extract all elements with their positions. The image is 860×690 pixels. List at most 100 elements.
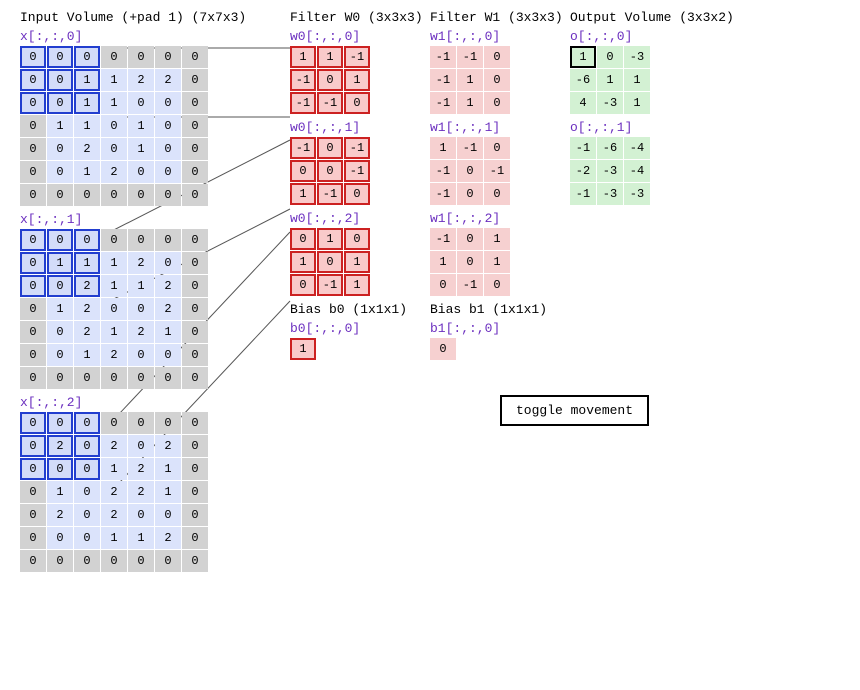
grid-cell: 0 (317, 137, 343, 159)
grid-cell: 0 (101, 115, 127, 137)
bias1-title: Bias b1 (1x1x1) (430, 302, 560, 317)
grid-cell: 0 (128, 550, 154, 572)
grid-cell: 0 (182, 344, 208, 366)
grid-cell: -1 (290, 69, 316, 91)
bias1-value: 0 (430, 338, 456, 360)
grid-cell: 1 (74, 252, 100, 274)
grid-cell: 0 (47, 161, 73, 183)
grid-cell: 1 (290, 183, 316, 205)
grid-cell: -2 (570, 160, 596, 182)
grid-cell: 0 (47, 138, 73, 160)
grid-cell: 0 (20, 92, 46, 114)
grid-cell: 0 (47, 229, 73, 251)
grid-cell: 0 (47, 458, 73, 480)
grid-cell: 0 (484, 69, 510, 91)
grid-cell: 0 (182, 481, 208, 503)
grid-cell: 0 (182, 298, 208, 320)
grid-cell: 0 (317, 251, 343, 273)
grid-cell: -1 (430, 46, 456, 68)
grid-cell: 1 (47, 481, 73, 503)
input-depth-0: x[:,:,0] 0000000001122000110000110100002… (20, 29, 240, 206)
grid-cell: 1 (74, 161, 100, 183)
grid-cell: 0 (20, 344, 46, 366)
grid-cell: 0 (47, 92, 73, 114)
grid-cell: 0 (155, 252, 181, 274)
grid-cell: 0 (101, 298, 127, 320)
output-d1-label: o[:,:,1] (570, 120, 730, 135)
w1-d0-label: w1[:,:,0] (430, 29, 560, 44)
grid-cell: -1 (430, 69, 456, 91)
bias0-label: b0[:,:,0] (290, 321, 420, 336)
grid-cell: 0 (128, 298, 154, 320)
grid-cell: 0 (155, 138, 181, 160)
output-title: Output Volume (3x3x2) (570, 10, 730, 25)
grid-cell: 0 (47, 275, 73, 297)
input-d2-label: x[:,:,2] (20, 395, 240, 410)
grid-cell: 0 (101, 46, 127, 68)
grid-cell: 2 (74, 321, 100, 343)
bias1-label: b1[:,:,0] (430, 321, 560, 336)
grid-cell: 0 (430, 274, 456, 296)
grid-cell: 0 (47, 367, 73, 389)
grid-cell: 0 (128, 184, 154, 206)
filter-w1-column: Filter W1 (3x3x3) w1[:,:,0] -1-10-110-11… (430, 10, 560, 366)
grid-cell: -4 (624, 160, 650, 182)
grid-cell: 1 (74, 344, 100, 366)
grid-cell: 0 (182, 504, 208, 526)
grid-cell: 1 (101, 527, 127, 549)
grid-cell: 1 (101, 92, 127, 114)
grid-cell: -1 (430, 228, 456, 250)
grid-cell: 1 (430, 137, 456, 159)
grid-cell: 0 (20, 69, 46, 91)
grid-cell: 0 (344, 228, 370, 250)
grid-cell: 0 (128, 504, 154, 526)
grid-cell: 1 (430, 251, 456, 273)
grid-cell: 1 (155, 321, 181, 343)
grid-cell: 1 (128, 527, 154, 549)
input-depth-2: x[:,:,2] 0000000020202000012100102210020… (20, 395, 240, 572)
grid-cell: 0 (182, 550, 208, 572)
grid-cell: 2 (155, 69, 181, 91)
w0-title: Filter W0 (3x3x3) (290, 10, 420, 25)
grid-cell: 1 (101, 458, 127, 480)
grid-cell: -3 (597, 92, 623, 114)
grid-cell: -6 (570, 69, 596, 91)
grid-cell: 1 (317, 46, 343, 68)
grid-cell: 1 (74, 92, 100, 114)
grid-cell: 1 (317, 228, 343, 250)
output-volume-column: Output Volume (3x3x2) o[:,:,0] 10-3-6114… (570, 10, 730, 211)
grid-cell: 1 (128, 275, 154, 297)
toggle-movement-button[interactable]: toggle movement (500, 395, 649, 426)
grid-cell: 0 (20, 458, 46, 480)
grid-cell: 1 (290, 46, 316, 68)
grid-cell: 1 (155, 481, 181, 503)
grid-cell: 0 (128, 435, 154, 457)
grid-cell: 0 (290, 228, 316, 250)
grid-cell: 2 (101, 504, 127, 526)
grid-cell: 0 (484, 183, 510, 205)
grid-cell: 0 (20, 252, 46, 274)
grid-cell: 1 (74, 69, 100, 91)
grid-cell: 0 (20, 367, 46, 389)
grid-cell: 0 (182, 46, 208, 68)
grid-cell: -1 (457, 137, 483, 159)
grid-cell: 0 (182, 527, 208, 549)
grid-cell: 0 (20, 321, 46, 343)
grid-cell: 2 (74, 275, 100, 297)
grid-cell: -3 (624, 46, 650, 68)
grid-cell: -1 (317, 274, 343, 296)
grid-cell: 1 (47, 115, 73, 137)
grid-cell: 0 (290, 160, 316, 182)
grid-cell: 1 (101, 69, 127, 91)
w0-d2-label: w0[:,:,2] (290, 211, 420, 226)
grid-cell: 0 (20, 550, 46, 572)
grid-cell: 2 (155, 275, 181, 297)
input-d1-label: x[:,:,1] (20, 212, 240, 227)
grid-cell: 0 (182, 275, 208, 297)
grid-cell: 0 (101, 229, 127, 251)
grid-cell: 0 (182, 458, 208, 480)
grid-cell: 0 (47, 69, 73, 91)
grid-cell: 0 (74, 367, 100, 389)
grid-cell: 0 (155, 115, 181, 137)
grid-cell: 0 (182, 92, 208, 114)
